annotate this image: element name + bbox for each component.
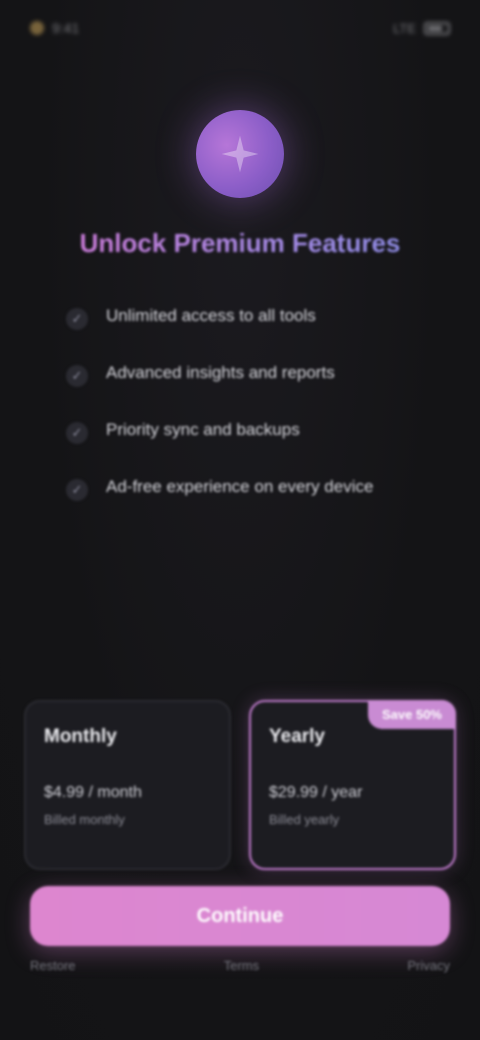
notification-dot-icon <box>30 21 44 35</box>
plan-price: $29.99 / year <box>269 784 363 801</box>
check-icon: ✓ <box>66 479 88 501</box>
feature-text: Ad-free experience on every device <box>106 477 374 496</box>
footer-links: Restore Terms Privacy <box>30 958 450 973</box>
plan-name: Monthly <box>44 726 117 747</box>
terms-link[interactable]: Terms <box>224 958 259 973</box>
restore-link[interactable]: Restore <box>30 958 76 973</box>
status-time: 9:41 <box>52 20 80 36</box>
hero-title: Unlock Premium Features <box>40 228 440 259</box>
feature-text: Priority sync and backups <box>106 420 300 439</box>
feature-list: ✓ Unlimited access to all tools ✓ Advanc… <box>56 296 424 540</box>
plan-options: Monthly $4.99 / month Billed monthly Sav… <box>24 700 456 870</box>
feature-item: ✓ Ad-free experience on every device <box>66 475 414 531</box>
feature-text: Unlimited access to all tools <box>106 306 316 325</box>
savings-badge: Save 50% <box>368 700 456 729</box>
check-icon: ✓ <box>66 422 88 444</box>
sparkle-icon <box>196 110 284 198</box>
feature-item: ✓ Unlimited access to all tools <box>66 304 414 360</box>
check-icon: ✓ <box>66 365 88 387</box>
status-bar: 9:41 LTE <box>0 0 480 56</box>
feature-item: ✓ Priority sync and backups <box>66 418 414 474</box>
continue-button[interactable]: Continue <box>30 886 450 946</box>
feature-text: Advanced insights and reports <box>106 363 335 382</box>
feature-item: ✓ Advanced insights and reports <box>66 361 414 417</box>
plan-name: Yearly <box>269 726 325 747</box>
signal-label: LTE <box>393 20 416 36</box>
status-left: 9:41 <box>30 20 79 36</box>
privacy-link[interactable]: Privacy <box>407 958 450 973</box>
plan-price: $4.99 / month <box>44 784 142 801</box>
paywall-screen: 9:41 LTE Unlock Premium Features ✓ Unlim… <box>0 0 480 1040</box>
plan-card-monthly[interactable]: Monthly $4.99 / month Billed monthly <box>24 700 231 870</box>
battery-icon <box>424 21 450 35</box>
plan-note: Billed yearly <box>269 812 340 827</box>
plan-card-yearly[interactable]: Save 50% Yearly $29.99 / year Billed yea… <box>249 700 456 870</box>
sparkle-icon-graphic <box>221 135 259 173</box>
plan-note: Billed monthly <box>44 812 125 827</box>
status-right: LTE <box>393 21 450 36</box>
check-icon: ✓ <box>66 308 88 330</box>
